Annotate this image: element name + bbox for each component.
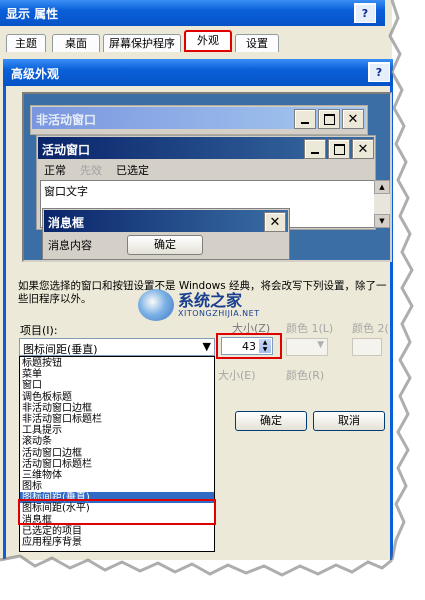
torn-edge-decoration (0, 0, 425, 600)
